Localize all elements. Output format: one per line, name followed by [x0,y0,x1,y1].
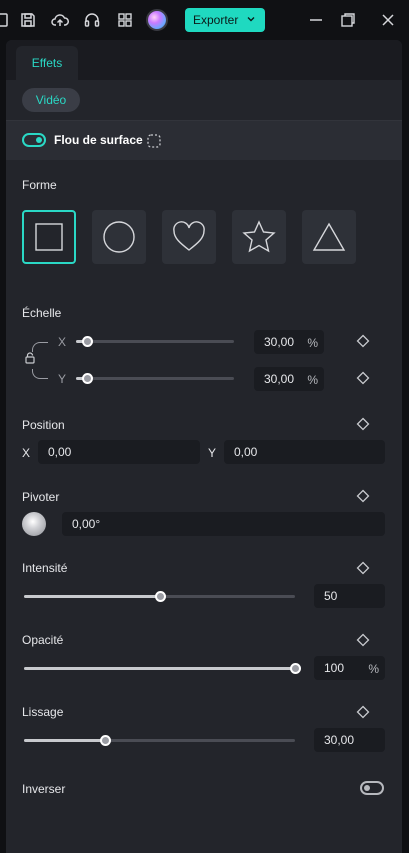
dashed-selection-icon [147,134,161,148]
position-x-axis-label: X [22,446,31,460]
smoothing-slider-fill [24,739,106,742]
position-x-value: 0,00 [48,445,72,459]
chevron-down-icon [247,17,255,22]
shape-label: Forme [22,178,57,192]
intensity-value: 50 [324,589,338,603]
intensity-slider-knob[interactable] [154,591,166,602]
position-label: Position [22,418,65,432]
triangle-icon [312,222,346,251]
keyframe-diamond-icon[interactable] [356,705,370,719]
surface-blur-label: Flou de surface [54,133,143,147]
rotate-input[interactable]: 0,00° [62,512,385,536]
scale-x-unit: % [307,336,318,350]
circle-icon [103,221,135,253]
ai-assistant-avatar[interactable] [146,9,168,31]
intensity-input[interactable]: 50 [314,584,385,608]
rotate-value: 0,00° [72,517,101,531]
shape-heart-option[interactable] [162,210,216,264]
opacity-input[interactable]: 100 % [314,656,385,680]
scale-y-unit: % [307,373,318,387]
position-y-value: 0,00 [234,445,258,459]
keyframe-diamond-icon[interactable] [356,334,370,348]
smoothing-value: 30,00 [324,733,355,747]
effects-panel: Effets Vidéo Flou de surface Forme Échel… [6,40,402,853]
opacity-slider-fill [24,667,295,670]
keyframe-diamond-icon[interactable] [356,633,370,647]
smoothing-slider-knob[interactable] [100,735,112,746]
smoothing-label: Lissage [22,705,64,719]
panel-icon[interactable] [0,10,12,30]
restore-icon[interactable] [338,10,358,30]
scale-x-slider-knob[interactable] [82,336,94,347]
scale-x-input[interactable]: 30,00 % [254,330,324,354]
shape-circle-option[interactable] [92,210,146,264]
keyframe-diamond-icon[interactable] [356,561,370,575]
apps-grid-icon[interactable] [115,10,135,30]
intensity-slider-fill [24,595,160,598]
export-label: Exporter [193,13,239,27]
close-icon[interactable] [378,10,398,30]
opacity-slider-knob[interactable] [290,663,301,674]
export-button[interactable]: Exporter [185,8,265,32]
scale-y-input[interactable]: 30,00 % [254,367,324,391]
minimize-icon[interactable] [306,10,326,30]
position-y-axis-label: Y [208,446,217,460]
tab-effects[interactable]: Effets [16,46,78,80]
intensity-label: Intensité [22,561,68,575]
opacity-label: Opacité [22,633,64,647]
video-chip[interactable]: Vidéo [22,88,80,112]
top-toolbar: Exporter [0,0,409,40]
scale-x-axis-label: X [58,335,67,349]
opacity-unit: % [368,662,379,676]
keyframe-diamond-icon[interactable] [356,489,370,503]
headset-icon[interactable] [82,10,102,30]
surface-blur-toggle[interactable] [22,133,46,147]
opacity-value: 100 [324,661,345,675]
position-y-input[interactable]: 0,00 [224,440,385,464]
keyframe-diamond-icon[interactable] [356,417,370,431]
tab-bar: Effets [6,40,402,80]
scale-label: Échelle [22,306,62,320]
link-bracket [32,369,48,379]
rotate-label: Pivoter [22,490,60,504]
heart-icon [173,221,205,251]
link-bracket [32,342,48,352]
scale-y-slider-knob[interactable] [82,373,94,384]
scale-y-axis-label: Y [58,372,67,386]
save-icon[interactable] [18,10,38,30]
invert-label: Inverser [22,782,66,796]
scale-x-slider[interactable] [76,340,234,343]
square-icon [35,223,63,251]
invert-toggle[interactable] [360,781,384,795]
cloud-upload-icon[interactable] [50,10,70,30]
lock-icon[interactable] [22,352,38,364]
surface-blur-row: Flou de surface [6,121,402,160]
rotation-dial[interactable] [22,512,46,536]
smoothing-input[interactable]: 30,00 [314,728,385,752]
scale-y-slider[interactable] [76,377,234,380]
scale-x-value: 30,00 [264,335,295,349]
scale-y-value: 30,00 [264,372,295,386]
star-icon [242,220,276,253]
shape-triangle-option[interactable] [302,210,356,264]
shape-star-option[interactable] [232,210,286,264]
position-x-input[interactable]: 0,00 [38,440,200,464]
keyframe-diamond-icon[interactable] [356,371,370,385]
shape-square-option[interactable] [22,210,76,264]
